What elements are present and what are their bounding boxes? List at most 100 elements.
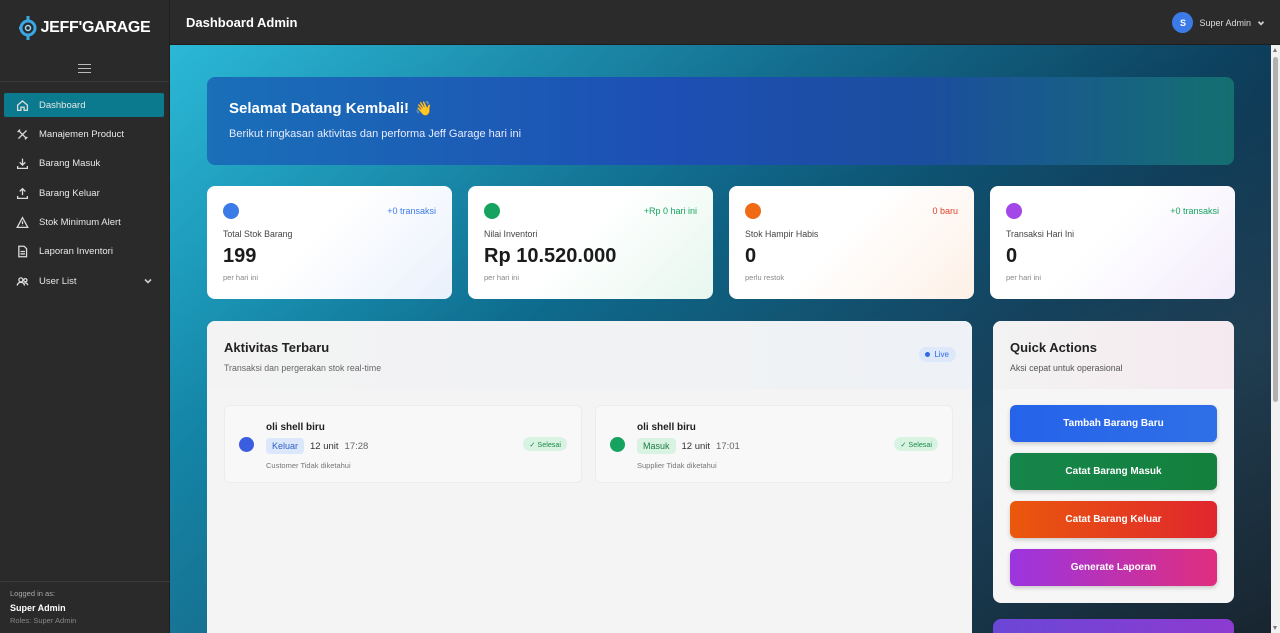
page-title: Dashboard Admin (186, 14, 298, 30)
activity-meta: Masuk 12 unit 17:01 (637, 438, 740, 454)
logged-in-name: Super Admin (10, 603, 66, 613)
stat-card-stok-hampir-habis: 0 baru Stok Hampir Habis 0 perlu restok (729, 186, 974, 299)
stat-dot-icon (484, 203, 500, 219)
main-content: Selamat Datang Kembali! 👋 Berikut ringkas… (170, 45, 1271, 633)
sidebar-item-dashboard[interactable]: Dashboard (4, 93, 164, 117)
stat-label: Nilai Inventori (484, 229, 538, 239)
activity-status-badge: ✓ Selesai (523, 437, 567, 451)
welcome-title: Selamat Datang Kembali! 👋 (229, 100, 1234, 117)
chevron-down-icon (1257, 14, 1265, 32)
page-scrollbar[interactable] (1271, 45, 1280, 633)
sidebar-item-label: Stok Minimum Alert (39, 217, 121, 229)
activity-dot-icon (610, 437, 625, 452)
sidebar-item-laporan-inventori[interactable]: Laporan Inventori (4, 240, 164, 264)
document-icon (15, 245, 29, 259)
live-dot-icon (925, 352, 931, 357)
alert-triangle-icon (15, 216, 29, 230)
activity-header: Aktivitas Terbaru Transaksi dan pergerak… (207, 321, 972, 389)
activity-subtitle: Transaksi dan pergerakan stok real-time (224, 363, 382, 373)
activity-product-name: oli shell biru (637, 422, 696, 433)
brand-name: JEFF'GARAGE (40, 19, 151, 36)
stat-caption: per hari ini (1006, 273, 1042, 282)
logged-in-role: Roles: Super Admin (10, 616, 77, 625)
catat-barang-masuk-button[interactable]: Catat Barang Masuk (1010, 453, 1217, 490)
sidebar-item-manajemen-product[interactable]: Manajemen Product (4, 122, 164, 146)
sidebar-item-user-list[interactable]: User List (4, 269, 164, 293)
live-badge: Live (919, 347, 956, 362)
activity-time: 17:01 (716, 440, 740, 452)
sidebar-item-barang-keluar[interactable]: Barang Keluar (4, 181, 164, 205)
sidebar-nav: Dashboard Manajemen Product Barang Masuk… (0, 82, 169, 293)
sidebar-item-label: Barang Keluar (39, 187, 100, 199)
activity-item[interactable]: oli shell biru Keluar 12 unit 17:28 Cust… (224, 405, 582, 483)
sidebar-item-stok-minimum-alert[interactable]: Stok Minimum Alert (4, 211, 164, 235)
activity-party: Supplier Tidak diketahui (637, 461, 717, 470)
user-name: Super Admin (1199, 17, 1251, 28)
welcome-banner: Selamat Datang Kembali! 👋 Berikut ringkas… (207, 77, 1234, 165)
sidebar-item-barang-masuk[interactable]: Barang Masuk (4, 152, 164, 176)
sidebar-item-label: Laporan Inventori (39, 246, 113, 258)
sidebar-item-label: Barang Masuk (39, 158, 101, 170)
activity-product-name: oli shell biru (266, 422, 325, 433)
next-panel-peek (993, 619, 1234, 633)
home-icon (15, 98, 29, 112)
live-label: Live (934, 350, 949, 359)
stat-value: 0 (745, 245, 757, 267)
stat-dot-icon (1006, 203, 1022, 219)
activity-status-badge: ✓ Selesai (894, 437, 938, 451)
scroll-thumb[interactable] (1273, 57, 1278, 402)
stat-dot-icon (745, 203, 761, 219)
tools-icon (15, 127, 29, 141)
activity-panel: Aktivitas Terbaru Transaksi dan pergerak… (207, 321, 972, 633)
waving-hand-icon: 👋 (415, 100, 433, 116)
scroll-up-arrow-icon[interactable] (1273, 48, 1277, 52)
gear-logo-icon (18, 14, 37, 42)
sidebar-toggle[interactable] (0, 56, 169, 82)
stat-caption: perlu restok (745, 273, 785, 282)
upload-icon (15, 186, 29, 200)
stat-value: 199 (223, 245, 257, 267)
stat-label: Transaksi Hari Ini (1006, 229, 1075, 239)
catat-barang-keluar-button[interactable]: Catat Barang Keluar (1010, 501, 1217, 538)
activity-type-badge: Keluar (266, 438, 305, 454)
stat-delta: +0 transaksi (387, 206, 436, 216)
scroll-down-arrow-icon[interactable] (1273, 626, 1277, 630)
stat-card-transaksi-hari-ini: +0 transaksi Transaksi Hari Ini 0 per ha… (990, 186, 1235, 299)
stat-delta: +Rp 0 hari ini (643, 206, 697, 216)
stat-value: 0 (1006, 245, 1018, 267)
logged-in-label: Logged in as: (10, 589, 56, 598)
activity-type-badge: Masuk (637, 438, 676, 454)
stat-card-nilai-inventori: +Rp 0 hari ini Nilai Inventori Rp 10.520… (468, 186, 713, 299)
activity-time: 17:28 (344, 440, 369, 452)
stat-label: Total Stok Barang (223, 229, 293, 239)
activity-party: Customer Tidak diketahui (266, 461, 351, 470)
stat-delta: +0 transaksi (1170, 206, 1219, 216)
activity-qty: 12 unit (681, 440, 711, 452)
quick-actions-header: Quick Actions Aksi cepat untuk operasion… (993, 321, 1234, 389)
stat-label: Stok Hampir Habis (745, 229, 819, 239)
download-icon (15, 157, 29, 171)
stat-value: Rp 10.520.000 (484, 245, 617, 267)
chevron-down-icon (143, 276, 153, 289)
activity-meta: Keluar 12 unit 17:28 (266, 438, 368, 454)
quick-actions-title: Quick Actions (1010, 340, 1097, 355)
welcome-title-text: Selamat Datang Kembali! (229, 100, 410, 117)
brand-logo[interactable]: JEFF'GARAGE (0, 0, 169, 56)
stat-dot-icon (223, 203, 239, 219)
quick-actions-subtitle: Aksi cepat untuk operasional (1010, 363, 1123, 373)
sidebar: JEFF'GARAGE Dashboard Manajemen Product … (0, 0, 170, 633)
avatar: S (1172, 12, 1194, 33)
stat-delta: 0 baru (932, 206, 958, 216)
activity-dot-icon (239, 437, 254, 452)
stat-caption: per hari ini (223, 273, 259, 282)
user-menu[interactable]: S Super Admin (1172, 12, 1265, 33)
hamburger-icon (78, 64, 91, 73)
generate-laporan-button[interactable]: Generate Laporan (1010, 549, 1217, 586)
users-icon (15, 274, 29, 288)
logged-in-panel: Logged in as: Super Admin Roles: Super A… (0, 581, 170, 633)
sidebar-item-label: Dashboard (39, 99, 86, 111)
quick-actions-panel: Quick Actions Aksi cepat untuk operasion… (993, 321, 1234, 603)
activity-item[interactable]: oli shell biru Masuk 12 unit 17:01 Suppl… (595, 405, 953, 483)
tambah-barang-button[interactable]: Tambah Barang Baru (1010, 405, 1217, 442)
stat-card-total-stok: +0 transaksi Total Stok Barang 199 per h… (207, 186, 452, 299)
